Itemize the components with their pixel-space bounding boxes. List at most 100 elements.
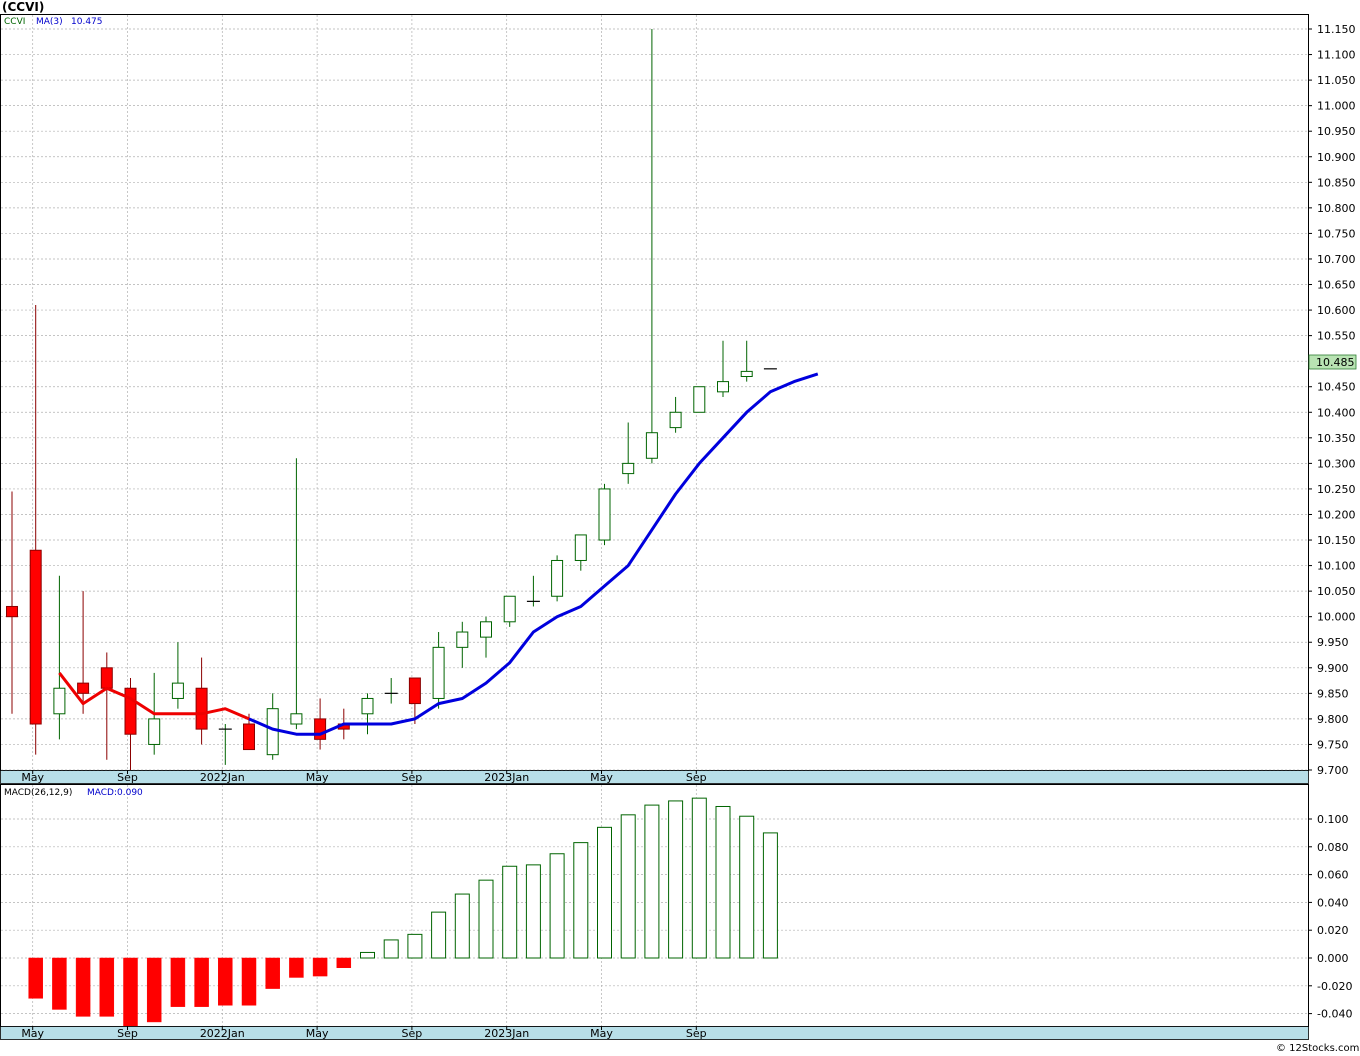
x-tick-label: May [306, 1027, 329, 1040]
candle-body [740, 370, 753, 378]
price-y-tick-label: 10.150 [1317, 534, 1356, 547]
macd-bar-positive [739, 815, 755, 959]
candle-body [598, 488, 611, 541]
candle-body [480, 621, 492, 638]
price-y-tick-label: 10.950 [1317, 125, 1356, 138]
price-y-tick-label: 9.750 [1317, 738, 1349, 751]
price-y-tick-label: 9.900 [1317, 662, 1349, 675]
x-tick-label: 2022Jan [200, 771, 245, 784]
price-y-tick-label: 10.850 [1317, 176, 1356, 189]
candle-body [124, 687, 137, 735]
candle [598, 483, 611, 546]
chart-title: (CCVI) [2, 0, 44, 14]
price-y-tick-label: 10.050 [1317, 585, 1356, 598]
macd-bar-positive [597, 826, 612, 959]
macd-bar-negative [75, 957, 91, 1017]
macd-bar-negative [312, 957, 328, 977]
macd-bar-positive [762, 832, 778, 959]
legend-ma-label: MA(3) [36, 17, 63, 27]
macd-bar-positive [478, 879, 494, 959]
price-y-tick-label: 10.300 [1317, 457, 1356, 470]
x-tick-label: Sep [117, 771, 138, 784]
x-tick-label: May [21, 771, 44, 784]
price-panel [0, 14, 1309, 771]
copyright-text: © 12Stocks.com [1276, 1043, 1359, 1054]
macd-y-tick-label: 0.080 [1317, 841, 1349, 854]
price-x-axis-band [0, 770, 1309, 784]
candle-body [717, 381, 729, 393]
candle-body [195, 687, 208, 730]
candle-body [574, 534, 587, 561]
macd-bar-positive [644, 804, 660, 959]
macd-y-tick-label: 0.040 [1317, 896, 1349, 909]
candle-body [456, 631, 469, 648]
candle-body [77, 682, 90, 694]
candle-body [100, 667, 113, 689]
price-y-tick-label: 11.000 [1317, 100, 1356, 113]
macd-bar-negative [28, 957, 43, 999]
price-y-tick-label: 9.950 [1317, 636, 1349, 649]
macd-bar-positive [431, 911, 447, 959]
candle [693, 386, 706, 413]
x-tick-label: Sep [117, 1027, 138, 1040]
macd-bar-negative [265, 957, 280, 989]
macd-bar-positive [668, 800, 684, 959]
macd-bar-positive [360, 951, 375, 959]
macd-y-tick-label: 0.060 [1317, 869, 1349, 882]
macd-bar-negative [218, 957, 233, 1006]
x-tick-label: 2023Jan [484, 1027, 529, 1040]
price-legend: CCVI MA(3) 10.475 [4, 17, 103, 27]
macd-y-tick-label: -0.020 [1317, 980, 1352, 993]
candle-body [361, 697, 374, 715]
macd-bar-negative [289, 957, 304, 978]
macd-x-axis-band [0, 1026, 1309, 1040]
candle-body [622, 462, 635, 475]
x-tick-label: May [590, 771, 613, 784]
price-y-tick-label: 10.750 [1317, 227, 1356, 240]
price-y-tick-label: 10.800 [1317, 202, 1356, 215]
macd-y-axis: 0.100 0.080 0.060 0.040 0.020 0.000 -0.020 -0.0… [1308, 813, 1352, 1021]
macd-y-tick-label: -0.040 [1317, 1008, 1352, 1021]
macd-bar-positive [620, 814, 636, 959]
price-y-tick-label: 10.100 [1317, 560, 1356, 573]
candle-body [171, 682, 184, 699]
last-price-label: 10.485 [1316, 356, 1355, 369]
price-y-tick-label: 10.450 [1317, 381, 1356, 394]
candle-body [693, 386, 706, 413]
price-y-tick-label: 11.100 [1317, 49, 1356, 62]
candle-body [290, 713, 303, 725]
candle-body [432, 646, 445, 699]
candle-body [645, 432, 658, 459]
macd-bar-positive [549, 853, 565, 959]
candle-body [148, 718, 161, 745]
candle-body [266, 708, 279, 756]
x-tick-label: 2023Jan [484, 771, 529, 784]
price-y-tick-label: 10.700 [1317, 253, 1356, 266]
price-y-tick-label: 10.000 [1317, 611, 1356, 624]
x-tick-label: Sep [686, 1027, 707, 1040]
x-tick-label: May [590, 1027, 613, 1040]
macd-y-tick-label: 0.100 [1317, 813, 1349, 826]
price-y-tick-label: 10.600 [1317, 304, 1356, 317]
price-y-axis: 11.150 11.100 11.050 11.000 10.950 10.900 10.8… [1308, 23, 1356, 777]
candle [551, 555, 564, 602]
macd-bar-negative [123, 957, 138, 1027]
price-y-tick-label: 9.850 [1317, 687, 1349, 700]
macd-bar-negative [170, 957, 186, 1007]
x-tick-label: May [21, 1027, 44, 1040]
candle-body [503, 595, 516, 623]
macd-bar-positive [502, 865, 518, 959]
x-tick-label: Sep [402, 771, 423, 784]
candle-body [551, 559, 564, 597]
price-y-tick-label: 10.350 [1317, 432, 1356, 445]
macd-legend-value: MACD:0.090 [87, 788, 143, 798]
macd-bar-positive [691, 797, 707, 959]
price-y-tick-label: 10.650 [1317, 279, 1356, 292]
price-y-tick-label: 10.550 [1317, 330, 1356, 343]
price-y-tick-label: 10.400 [1317, 406, 1356, 419]
x-tick-label: 2022Jan [200, 1027, 245, 1040]
price-y-tick-label: 9.700 [1317, 764, 1349, 777]
macd-bar-negative [194, 957, 209, 1007]
macd-legend-title: MACD(26,12,9) [4, 788, 72, 798]
macd-bar-positive [383, 939, 399, 959]
